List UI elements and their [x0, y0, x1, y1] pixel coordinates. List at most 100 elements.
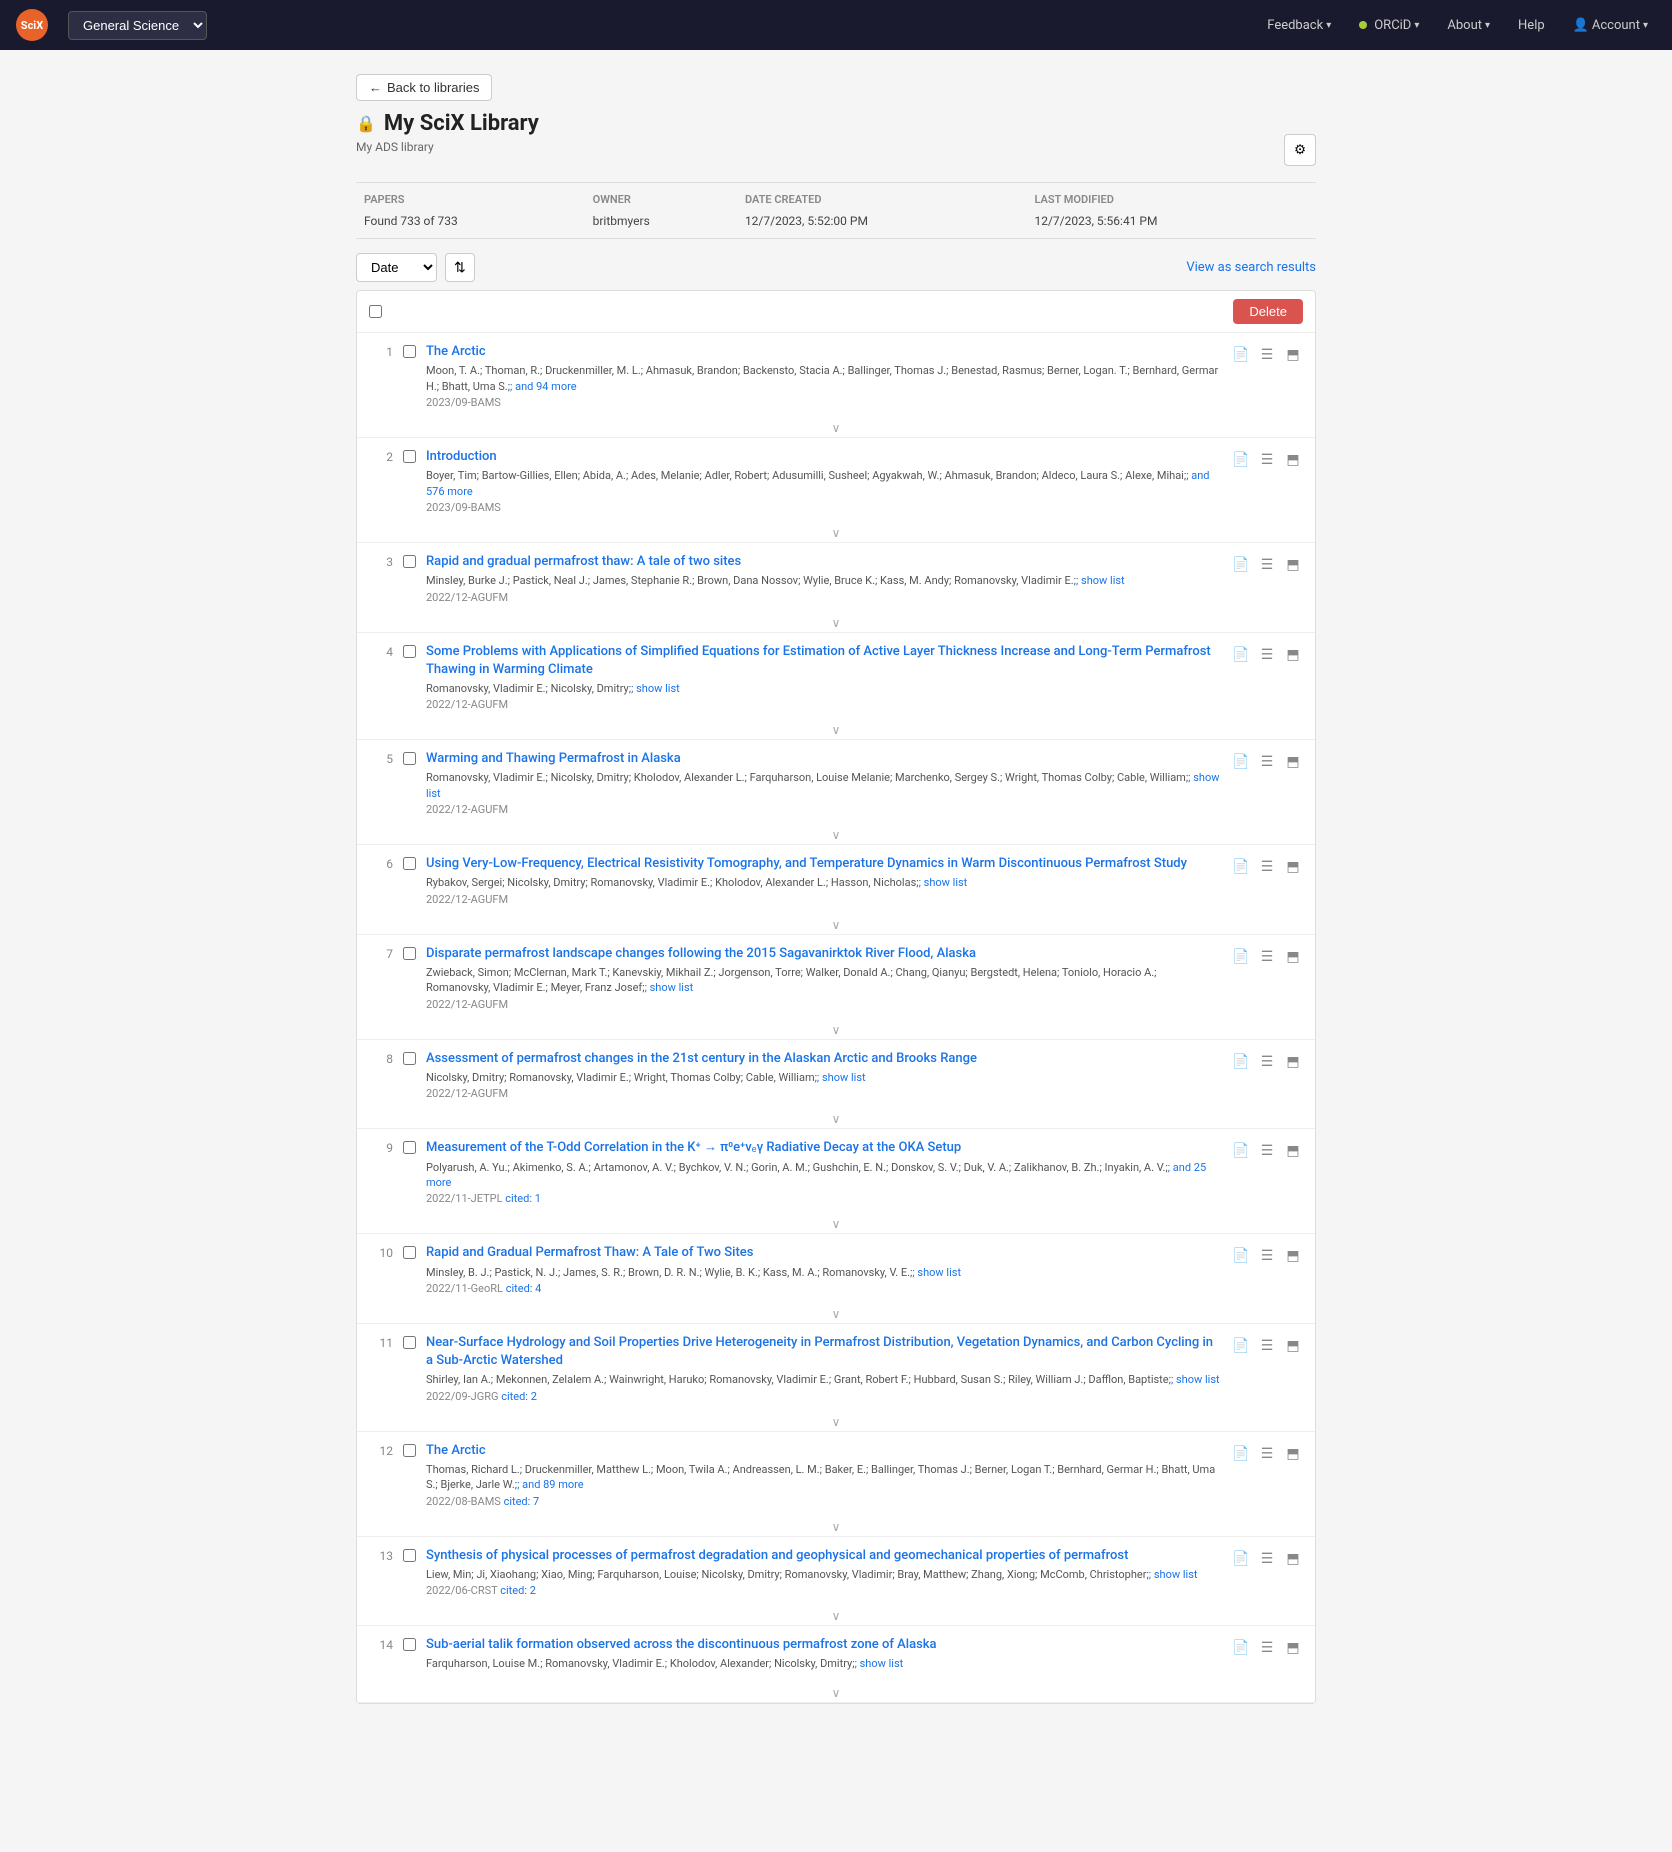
show-more-link[interactable]: ; and 94 more	[510, 380, 577, 393]
paper-title[interactable]: Synthesis of physical processes of perma…	[426, 1548, 1128, 1563]
paper-title[interactable]: Rapid and Gradual Permafrost Thaw: A Tal…	[426, 1245, 753, 1260]
paper-checkbox[interactable]	[403, 1336, 416, 1349]
show-more-link[interactable]: ; and 576 more	[426, 469, 1210, 497]
expand-row[interactable]: ∨	[357, 1413, 1315, 1431]
show-more-link[interactable]: ; show list	[645, 981, 694, 994]
sort-order-button[interactable]: ⇅	[445, 253, 475, 282]
paper-checkbox[interactable]	[403, 752, 416, 765]
paper-checkbox[interactable]	[403, 1141, 416, 1154]
view-as-search-link[interactable]: View as search results	[1186, 260, 1316, 275]
paper-checkbox[interactable]	[403, 1638, 416, 1651]
paper-title[interactable]: Rapid and gradual permafrost thaw: A tal…	[426, 554, 741, 569]
paper-checkbox[interactable]	[403, 947, 416, 960]
export-icon[interactable]: ⬒	[1283, 555, 1303, 575]
expand-row[interactable]: ∨	[357, 1110, 1315, 1128]
list-icon[interactable]: ☰	[1257, 645, 1277, 665]
about-link[interactable]: About ▾	[1439, 18, 1498, 33]
pdf-icon[interactable]: 📄	[1231, 1549, 1251, 1569]
paper-checkbox[interactable]	[403, 1052, 416, 1065]
list-icon[interactable]: ☰	[1257, 450, 1277, 470]
export-icon[interactable]: ⬒	[1283, 1444, 1303, 1464]
list-icon[interactable]: ☰	[1257, 752, 1277, 772]
expand-row[interactable]: ∨	[357, 1518, 1315, 1536]
expand-row[interactable]: ∨	[357, 524, 1315, 542]
paper-checkbox[interactable]	[403, 645, 416, 658]
show-more-link[interactable]: ; show list	[1076, 574, 1125, 587]
expand-row[interactable]: ∨	[357, 1021, 1315, 1039]
pdf-icon[interactable]: 📄	[1231, 1336, 1251, 1356]
pdf-icon[interactable]: 📄	[1231, 1052, 1251, 1072]
show-more-link[interactable]: ; show list	[817, 1071, 866, 1084]
paper-checkbox[interactable]	[403, 1549, 416, 1562]
list-icon[interactable]: ☰	[1257, 1444, 1277, 1464]
pdf-icon[interactable]: 📄	[1231, 1444, 1251, 1464]
export-icon[interactable]: ⬒	[1283, 1246, 1303, 1266]
export-icon[interactable]: ⬒	[1283, 752, 1303, 772]
discipline-selector[interactable]: General Science Astrophysics Physics	[68, 11, 207, 40]
select-all-checkbox[interactable]	[369, 305, 382, 318]
export-icon[interactable]: ⬒	[1283, 1141, 1303, 1161]
paper-checkbox[interactable]	[403, 450, 416, 463]
expand-row[interactable]: ∨	[357, 916, 1315, 934]
paper-checkbox[interactable]	[403, 555, 416, 568]
show-more-link[interactable]: ; show list	[631, 682, 680, 695]
pdf-icon[interactable]: 📄	[1231, 1246, 1251, 1266]
expand-row[interactable]: ∨	[357, 614, 1315, 632]
orcid-link[interactable]: ORCiD ▾	[1351, 18, 1427, 33]
delete-button[interactable]: Delete	[1233, 299, 1303, 324]
paper-title[interactable]: Using Very-Low-Frequency, Electrical Res…	[426, 856, 1187, 871]
export-icon[interactable]: ⬒	[1283, 1336, 1303, 1356]
expand-row[interactable]: ∨	[357, 1684, 1315, 1702]
expand-row[interactable]: ∨	[357, 419, 1315, 437]
show-more-link[interactable]: ; show list	[1149, 1568, 1198, 1581]
list-icon[interactable]: ☰	[1257, 1638, 1277, 1658]
list-icon[interactable]: ☰	[1257, 857, 1277, 877]
back-to-libraries-button[interactable]: ← Back to libraries	[356, 74, 492, 101]
expand-row[interactable]: ∨	[357, 1607, 1315, 1625]
pdf-icon[interactable]: 📄	[1231, 1141, 1251, 1161]
pdf-icon[interactable]: 📄	[1231, 1638, 1251, 1658]
list-icon[interactable]: ☰	[1257, 1549, 1277, 1569]
export-icon[interactable]: ⬒	[1283, 645, 1303, 665]
pdf-icon[interactable]: 📄	[1231, 555, 1251, 575]
paper-checkbox[interactable]	[403, 1444, 416, 1457]
pdf-icon[interactable]: 📄	[1231, 752, 1251, 772]
show-more-link[interactable]: ; and 25 more	[426, 1161, 1206, 1189]
paper-title[interactable]: Assessment of permafrost changes in the …	[426, 1051, 977, 1066]
export-icon[interactable]: ⬒	[1283, 1638, 1303, 1658]
paper-title[interactable]: The Arctic	[426, 1443, 486, 1458]
paper-title[interactable]: Near-Surface Hydrology and Soil Properti…	[426, 1335, 1213, 1368]
sort-selector[interactable]: Date Author Title	[356, 253, 437, 282]
expand-row[interactable]: ∨	[357, 826, 1315, 844]
list-icon[interactable]: ☰	[1257, 345, 1277, 365]
list-icon[interactable]: ☰	[1257, 1052, 1277, 1072]
export-icon[interactable]: ⬒	[1283, 857, 1303, 877]
paper-checkbox[interactable]	[403, 345, 416, 358]
export-icon[interactable]: ⬒	[1283, 1549, 1303, 1569]
pdf-icon[interactable]: 📄	[1231, 947, 1251, 967]
settings-button[interactable]: ⚙	[1284, 134, 1316, 166]
expand-row[interactable]: ∨	[357, 1305, 1315, 1323]
expand-row[interactable]: ∨	[357, 721, 1315, 739]
feedback-link[interactable]: Feedback ▾	[1259, 18, 1339, 33]
pdf-icon[interactable]: 📄	[1231, 450, 1251, 470]
paper-title[interactable]: The Arctic	[426, 344, 486, 359]
pdf-icon[interactable]: 📄	[1231, 857, 1251, 877]
export-icon[interactable]: ⬒	[1283, 450, 1303, 470]
paper-title[interactable]: Measurement of the T-Odd Correlation in …	[426, 1140, 961, 1155]
export-icon[interactable]: ⬒	[1283, 947, 1303, 967]
export-icon[interactable]: ⬒	[1283, 1052, 1303, 1072]
list-icon[interactable]: ☰	[1257, 1141, 1277, 1161]
list-icon[interactable]: ☰	[1257, 1246, 1277, 1266]
account-link[interactable]: 👤 Account ▾	[1565, 18, 1656, 33]
paper-title[interactable]: Warming and Thawing Permafrost in Alaska	[426, 751, 681, 766]
paper-checkbox[interactable]	[403, 1246, 416, 1259]
show-more-link[interactable]: ; show list	[426, 771, 1220, 799]
paper-title[interactable]: Some Problems with Applications of Simpl…	[426, 644, 1211, 677]
paper-title[interactable]: Introduction	[426, 449, 497, 464]
list-icon[interactable]: ☰	[1257, 555, 1277, 575]
show-more-link[interactable]: ; and 89 more	[517, 1478, 584, 1491]
show-more-link[interactable]: ; show list	[912, 1266, 961, 1279]
show-more-link[interactable]: ; show list	[1171, 1373, 1220, 1386]
help-link[interactable]: Help	[1510, 18, 1553, 33]
